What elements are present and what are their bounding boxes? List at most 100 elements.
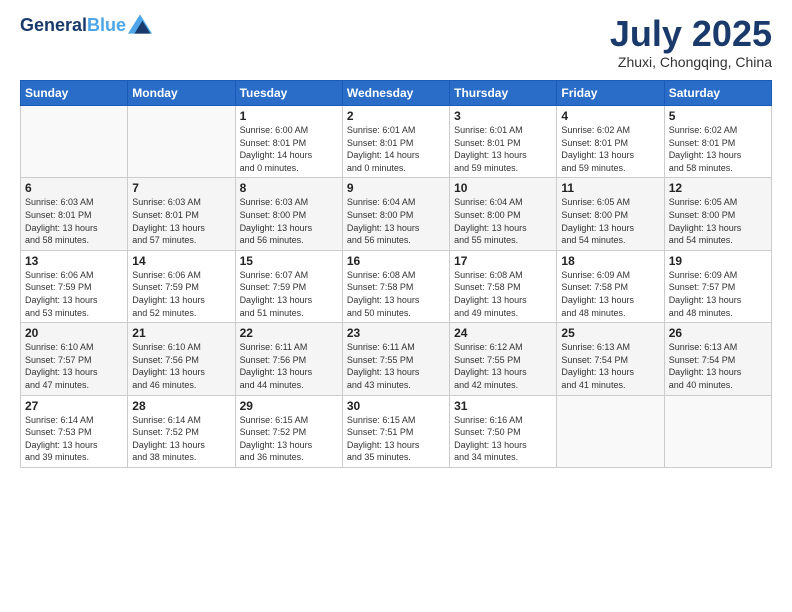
calendar-cell: 20Sunrise: 6:10 AM Sunset: 7:57 PM Dayli… bbox=[21, 323, 128, 395]
weekday-header-monday: Monday bbox=[128, 81, 235, 106]
day-number: 10 bbox=[454, 181, 552, 195]
calendar-cell bbox=[21, 106, 128, 178]
calendar-cell: 29Sunrise: 6:15 AM Sunset: 7:52 PM Dayli… bbox=[235, 395, 342, 467]
day-number: 23 bbox=[347, 326, 445, 340]
day-number: 3 bbox=[454, 109, 552, 123]
day-number: 9 bbox=[347, 181, 445, 195]
day-number: 2 bbox=[347, 109, 445, 123]
day-number: 14 bbox=[132, 254, 230, 268]
day-info: Sunrise: 6:04 AM Sunset: 8:00 PM Dayligh… bbox=[347, 196, 445, 246]
weekday-header-wednesday: Wednesday bbox=[342, 81, 449, 106]
day-number: 21 bbox=[132, 326, 230, 340]
calendar-week-row: 20Sunrise: 6:10 AM Sunset: 7:57 PM Dayli… bbox=[21, 323, 772, 395]
day-number: 19 bbox=[669, 254, 767, 268]
day-info: Sunrise: 6:09 AM Sunset: 7:57 PM Dayligh… bbox=[669, 269, 767, 319]
day-info: Sunrise: 6:09 AM Sunset: 7:58 PM Dayligh… bbox=[561, 269, 659, 319]
day-info: Sunrise: 6:10 AM Sunset: 7:57 PM Dayligh… bbox=[25, 341, 123, 391]
day-number: 16 bbox=[347, 254, 445, 268]
day-number: 31 bbox=[454, 399, 552, 413]
day-info: Sunrise: 6:16 AM Sunset: 7:50 PM Dayligh… bbox=[454, 414, 552, 464]
weekday-header-sunday: Sunday bbox=[21, 81, 128, 106]
day-info: Sunrise: 6:03 AM Sunset: 8:01 PM Dayligh… bbox=[132, 196, 230, 246]
day-number: 20 bbox=[25, 326, 123, 340]
calendar-cell: 9Sunrise: 6:04 AM Sunset: 8:00 PM Daylig… bbox=[342, 178, 449, 250]
day-info: Sunrise: 6:08 AM Sunset: 7:58 PM Dayligh… bbox=[347, 269, 445, 319]
day-number: 6 bbox=[25, 181, 123, 195]
day-info: Sunrise: 6:14 AM Sunset: 7:52 PM Dayligh… bbox=[132, 414, 230, 464]
calendar-cell: 14Sunrise: 6:06 AM Sunset: 7:59 PM Dayli… bbox=[128, 250, 235, 322]
day-info: Sunrise: 6:14 AM Sunset: 7:53 PM Dayligh… bbox=[25, 414, 123, 464]
day-number: 12 bbox=[669, 181, 767, 195]
calendar-cell: 13Sunrise: 6:06 AM Sunset: 7:59 PM Dayli… bbox=[21, 250, 128, 322]
day-info: Sunrise: 6:06 AM Sunset: 7:59 PM Dayligh… bbox=[25, 269, 123, 319]
calendar-cell: 25Sunrise: 6:13 AM Sunset: 7:54 PM Dayli… bbox=[557, 323, 664, 395]
calendar-cell: 11Sunrise: 6:05 AM Sunset: 8:00 PM Dayli… bbox=[557, 178, 664, 250]
day-info: Sunrise: 6:15 AM Sunset: 7:51 PM Dayligh… bbox=[347, 414, 445, 464]
calendar-cell: 17Sunrise: 6:08 AM Sunset: 7:58 PM Dayli… bbox=[450, 250, 557, 322]
day-info: Sunrise: 6:11 AM Sunset: 7:56 PM Dayligh… bbox=[240, 341, 338, 391]
calendar-cell: 24Sunrise: 6:12 AM Sunset: 7:55 PM Dayli… bbox=[450, 323, 557, 395]
calendar-cell: 19Sunrise: 6:09 AM Sunset: 7:57 PM Dayli… bbox=[664, 250, 771, 322]
calendar-cell: 16Sunrise: 6:08 AM Sunset: 7:58 PM Dayli… bbox=[342, 250, 449, 322]
day-info: Sunrise: 6:03 AM Sunset: 8:01 PM Dayligh… bbox=[25, 196, 123, 246]
day-info: Sunrise: 6:05 AM Sunset: 8:00 PM Dayligh… bbox=[561, 196, 659, 246]
day-info: Sunrise: 6:07 AM Sunset: 7:59 PM Dayligh… bbox=[240, 269, 338, 319]
day-info: Sunrise: 6:15 AM Sunset: 7:52 PM Dayligh… bbox=[240, 414, 338, 464]
day-info: Sunrise: 6:13 AM Sunset: 7:54 PM Dayligh… bbox=[669, 341, 767, 391]
calendar-week-row: 1Sunrise: 6:00 AM Sunset: 8:01 PM Daylig… bbox=[21, 106, 772, 178]
day-number: 27 bbox=[25, 399, 123, 413]
calendar-cell bbox=[664, 395, 771, 467]
calendar-cell: 26Sunrise: 6:13 AM Sunset: 7:54 PM Dayli… bbox=[664, 323, 771, 395]
day-number: 22 bbox=[240, 326, 338, 340]
calendar-week-row: 13Sunrise: 6:06 AM Sunset: 7:59 PM Dayli… bbox=[21, 250, 772, 322]
calendar-cell: 8Sunrise: 6:03 AM Sunset: 8:00 PM Daylig… bbox=[235, 178, 342, 250]
calendar-cell: 12Sunrise: 6:05 AM Sunset: 8:00 PM Dayli… bbox=[664, 178, 771, 250]
header: GeneralBlue July 2025 Zhuxi, Chongqing, … bbox=[20, 16, 772, 70]
calendar-cell: 30Sunrise: 6:15 AM Sunset: 7:51 PM Dayli… bbox=[342, 395, 449, 467]
calendar-cell: 22Sunrise: 6:11 AM Sunset: 7:56 PM Dayli… bbox=[235, 323, 342, 395]
day-info: Sunrise: 6:04 AM Sunset: 8:00 PM Dayligh… bbox=[454, 196, 552, 246]
day-info: Sunrise: 6:01 AM Sunset: 8:01 PM Dayligh… bbox=[347, 124, 445, 174]
day-number: 1 bbox=[240, 109, 338, 123]
day-info: Sunrise: 6:06 AM Sunset: 7:59 PM Dayligh… bbox=[132, 269, 230, 319]
day-number: 30 bbox=[347, 399, 445, 413]
day-number: 18 bbox=[561, 254, 659, 268]
day-info: Sunrise: 6:13 AM Sunset: 7:54 PM Dayligh… bbox=[561, 341, 659, 391]
calendar-week-row: 27Sunrise: 6:14 AM Sunset: 7:53 PM Dayli… bbox=[21, 395, 772, 467]
calendar-cell: 15Sunrise: 6:07 AM Sunset: 7:59 PM Dayli… bbox=[235, 250, 342, 322]
calendar-cell: 5Sunrise: 6:02 AM Sunset: 8:01 PM Daylig… bbox=[664, 106, 771, 178]
weekday-header-row: SundayMondayTuesdayWednesdayThursdayFrid… bbox=[21, 81, 772, 106]
day-number: 24 bbox=[454, 326, 552, 340]
calendar-cell bbox=[557, 395, 664, 467]
day-number: 29 bbox=[240, 399, 338, 413]
day-number: 15 bbox=[240, 254, 338, 268]
calendar-cell: 31Sunrise: 6:16 AM Sunset: 7:50 PM Dayli… bbox=[450, 395, 557, 467]
calendar-cell: 21Sunrise: 6:10 AM Sunset: 7:56 PM Dayli… bbox=[128, 323, 235, 395]
calendar-cell: 7Sunrise: 6:03 AM Sunset: 8:01 PM Daylig… bbox=[128, 178, 235, 250]
day-info: Sunrise: 6:05 AM Sunset: 8:00 PM Dayligh… bbox=[669, 196, 767, 246]
day-number: 11 bbox=[561, 181, 659, 195]
calendar-cell: 3Sunrise: 6:01 AM Sunset: 8:01 PM Daylig… bbox=[450, 106, 557, 178]
calendar-cell bbox=[128, 106, 235, 178]
day-info: Sunrise: 6:02 AM Sunset: 8:01 PM Dayligh… bbox=[561, 124, 659, 174]
calendar-cell: 4Sunrise: 6:02 AM Sunset: 8:01 PM Daylig… bbox=[557, 106, 664, 178]
calendar-cell: 1Sunrise: 6:00 AM Sunset: 8:01 PM Daylig… bbox=[235, 106, 342, 178]
calendar-cell: 10Sunrise: 6:04 AM Sunset: 8:00 PM Dayli… bbox=[450, 178, 557, 250]
day-info: Sunrise: 6:11 AM Sunset: 7:55 PM Dayligh… bbox=[347, 341, 445, 391]
calendar-cell: 18Sunrise: 6:09 AM Sunset: 7:58 PM Dayli… bbox=[557, 250, 664, 322]
day-number: 25 bbox=[561, 326, 659, 340]
day-info: Sunrise: 6:08 AM Sunset: 7:58 PM Dayligh… bbox=[454, 269, 552, 319]
calendar-cell: 23Sunrise: 6:11 AM Sunset: 7:55 PM Dayli… bbox=[342, 323, 449, 395]
calendar-table: SundayMondayTuesdayWednesdayThursdayFrid… bbox=[20, 80, 772, 468]
logo: GeneralBlue bbox=[20, 16, 152, 36]
weekday-header-tuesday: Tuesday bbox=[235, 81, 342, 106]
weekday-header-saturday: Saturday bbox=[664, 81, 771, 106]
day-number: 7 bbox=[132, 181, 230, 195]
day-number: 4 bbox=[561, 109, 659, 123]
day-number: 26 bbox=[669, 326, 767, 340]
calendar-page: GeneralBlue July 2025 Zhuxi, Chongqing, … bbox=[0, 0, 792, 612]
month-title: July 2025 bbox=[610, 16, 772, 52]
day-number: 17 bbox=[454, 254, 552, 268]
calendar-cell: 28Sunrise: 6:14 AM Sunset: 7:52 PM Dayli… bbox=[128, 395, 235, 467]
day-number: 5 bbox=[669, 109, 767, 123]
